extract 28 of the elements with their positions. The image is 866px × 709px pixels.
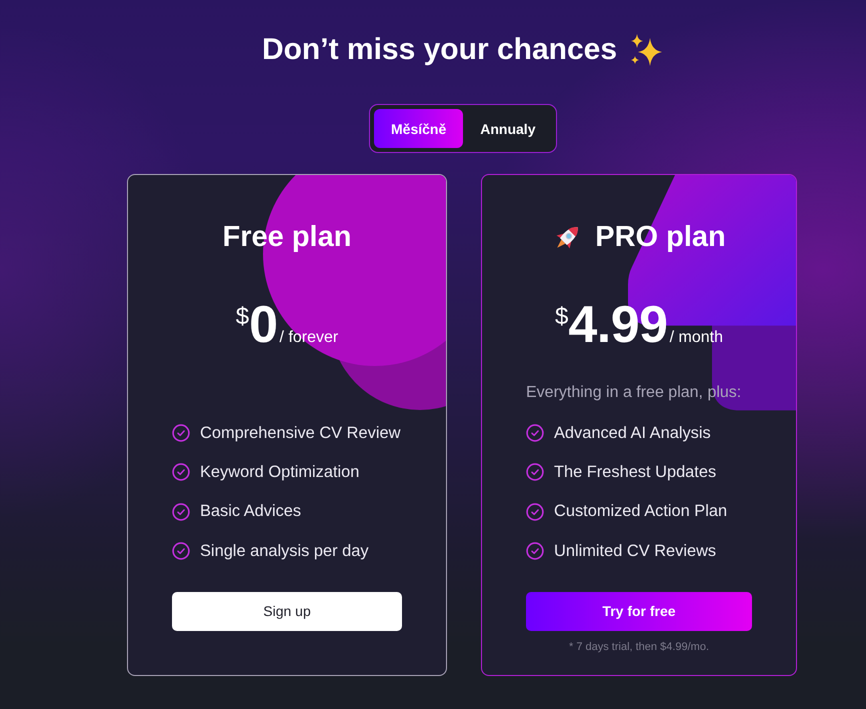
- try-free-button[interactable]: Try for free: [526, 592, 752, 631]
- feature-text: Comprehensive CV Review: [200, 424, 400, 442]
- trial-footnote: * 7 days trial, then $4.99/mo.: [568, 640, 710, 654]
- check-circle-icon: [526, 502, 544, 521]
- check-circle-icon: [172, 463, 190, 482]
- price-period: / month: [670, 329, 723, 346]
- feature-text: Basic Advices: [200, 502, 302, 522]
- feature-text: Customized Action Plan: [554, 502, 728, 522]
- feature-text: Single analysis per day: [200, 542, 369, 561]
- check-circle-icon: [172, 542, 190, 560]
- check-circle-icon: [526, 463, 544, 482]
- check-circle-icon: [172, 424, 190, 442]
- feature-text: The Freshest Updates: [554, 462, 716, 482]
- feature-text: Advanced AI Analysis: [554, 424, 711, 442]
- price-amount: 4.99: [568, 296, 668, 354]
- check-circle-icon: [526, 542, 544, 560]
- billing-tab[interactable]: Měsíčně: [374, 109, 464, 148]
- check-circle-icon: [526, 424, 544, 442]
- currency-symbol: $: [555, 303, 568, 330]
- feature-text: Keyword Optimization: [200, 462, 360, 482]
- heading-text: Don’t miss your chances: [262, 32, 618, 68]
- sign-up-button[interactable]: Sign up: [172, 592, 402, 631]
- feature-text: Unlimited CV Reviews: [554, 542, 716, 561]
- price-amount: 0: [249, 296, 278, 354]
- sparkles-icon: [630, 34, 662, 66]
- check-circle-icon: [172, 502, 190, 521]
- billing-tab[interactable]: Annualy: [463, 109, 552, 148]
- currency-symbol: $: [236, 303, 250, 330]
